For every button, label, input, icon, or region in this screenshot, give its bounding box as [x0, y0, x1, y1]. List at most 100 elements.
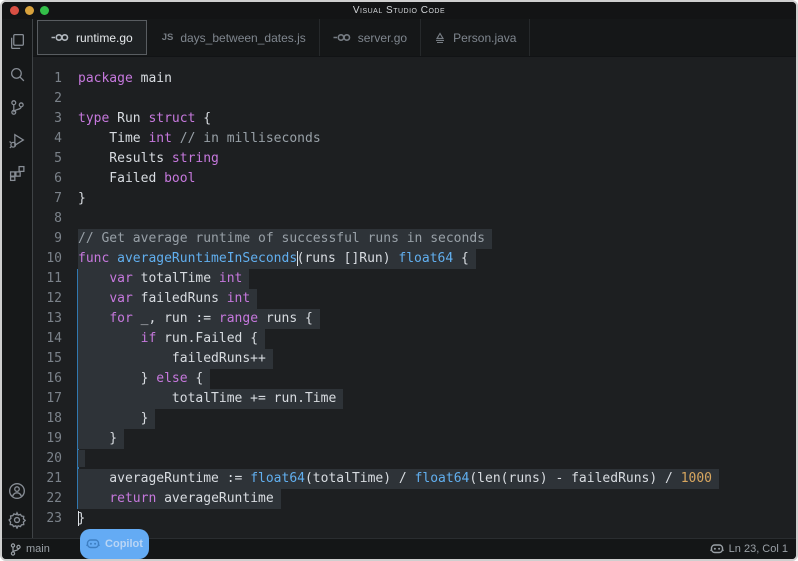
- line-number: 10: [33, 249, 78, 269]
- line-number: 4: [33, 129, 78, 149]
- line-number: 2: [33, 89, 78, 109]
- line-number: 11: [33, 269, 78, 289]
- run-debug-icon[interactable]: [6, 129, 28, 151]
- cursor-position-indicator[interactable]: Ln 23, Col 1: [710, 543, 788, 555]
- line-number: 23: [33, 509, 78, 529]
- extensions-icon[interactable]: [6, 162, 28, 184]
- code-text: func averageRuntimeInSeconds(runs []Run)…: [78, 249, 476, 269]
- code-text: var failedRuns int: [78, 289, 257, 309]
- code-text: } else {: [78, 369, 210, 389]
- cursor-position-label: Ln 23, Col 1: [729, 543, 788, 555]
- code-line[interactable]: 13 for _, run := range runs {: [33, 309, 796, 329]
- tab-days_between_dates-js[interactable]: JS days_between_dates.js: [149, 19, 320, 56]
- close-window-button[interactable]: [10, 6, 19, 15]
- copilot-button-label: Copilot: [105, 538, 143, 550]
- code-line[interactable]: 14 if run.Failed {: [33, 329, 796, 349]
- code-text: }: [78, 409, 155, 429]
- line-number: 17: [33, 389, 78, 409]
- code-line[interactable]: 18 }: [33, 409, 796, 429]
- code-line[interactable]: 2: [33, 89, 796, 109]
- code-text: var totalTime int: [78, 269, 249, 289]
- line-number: 6: [33, 169, 78, 189]
- minimize-window-button[interactable]: [25, 6, 34, 15]
- code-text: }: [78, 429, 124, 449]
- code-text: return averageRuntime: [78, 489, 281, 509]
- window-title: Visual Studio Code: [353, 5, 445, 16]
- code-line[interactable]: 17 totalTime += run.Time: [33, 389, 796, 409]
- traffic-lights: [10, 6, 49, 15]
- code-line[interactable]: 22 return averageRuntime: [33, 489, 796, 509]
- line-number: 15: [33, 349, 78, 369]
- code-line[interactable]: 7}: [33, 189, 796, 209]
- zoom-window-button[interactable]: [40, 6, 49, 15]
- line-number: 1: [33, 69, 78, 89]
- code-text: }: [78, 189, 86, 209]
- title-bar[interactable]: Visual Studio Code: [2, 2, 796, 19]
- line-number: 8: [33, 209, 78, 229]
- code-line[interactable]: 19 }: [33, 429, 796, 449]
- go-icon: [51, 33, 69, 42]
- line-number: 19: [33, 429, 78, 449]
- line-number: 5: [33, 149, 78, 169]
- code-line[interactable]: 5 Results string: [33, 149, 796, 169]
- tab-Person-java[interactable]: Person.java: [421, 19, 530, 56]
- code-text: package main: [78, 69, 172, 89]
- java-icon: [434, 32, 446, 44]
- line-number: 12: [33, 289, 78, 309]
- tab-label: Person.java: [453, 31, 516, 45]
- tab-label: days_between_dates.js: [180, 31, 305, 45]
- code-line[interactable]: 16 } else {: [33, 369, 796, 389]
- code-line[interactable]: 10func averageRuntimeInSeconds(runs []Ru…: [33, 249, 796, 269]
- code-lines: 1package main23type Run struct {4 Time i…: [33, 69, 796, 529]
- code-text: // Get average runtime of successful run…: [78, 229, 492, 249]
- code-text: failedRuns++: [78, 349, 273, 369]
- vscode-window: Visual Studio Code runtime.go JS days_betw…: [0, 0, 798, 561]
- branch-label: main: [26, 543, 50, 555]
- code-text: Time int // in milliseconds: [78, 129, 321, 149]
- code-editor[interactable]: 1package main23type Run struct {4 Time i…: [33, 57, 796, 538]
- tab-label: server.go: [358, 31, 407, 45]
- account-icon[interactable]: [6, 480, 28, 502]
- code-line[interactable]: 6 Failed bool: [33, 169, 796, 189]
- code-line[interactable]: 9// Get average runtime of successful ru…: [33, 229, 796, 249]
- explorer-icon[interactable]: [6, 30, 28, 52]
- code-line[interactable]: 4 Time int // in milliseconds: [33, 129, 796, 149]
- tab-server-go[interactable]: server.go: [320, 19, 421, 56]
- code-text: totalTime += run.Time: [78, 389, 343, 409]
- code-text: Results string: [78, 149, 219, 169]
- code-text: [78, 449, 85, 469]
- code-line[interactable]: 8: [33, 209, 796, 229]
- code-text: for _, run := range runs {: [78, 309, 320, 329]
- source-control-icon[interactable]: [6, 96, 28, 118]
- activity-bar: [2, 19, 33, 538]
- search-icon[interactable]: [6, 63, 28, 85]
- tab-bar: runtime.go JS days_between_dates.js server.…: [33, 19, 796, 57]
- code-line[interactable]: 20: [33, 449, 796, 469]
- code-line[interactable]: 3type Run struct {: [33, 109, 796, 129]
- tab-label: runtime.go: [76, 31, 133, 45]
- code-text: Failed bool: [78, 169, 195, 189]
- branch-indicator[interactable]: main: [10, 543, 50, 556]
- line-number: 14: [33, 329, 78, 349]
- copilot-status-icon: [710, 544, 724, 555]
- tab-runtime-go[interactable]: runtime.go: [37, 20, 147, 55]
- code-line[interactable]: 11 var totalTime int: [33, 269, 796, 289]
- line-number: 7: [33, 189, 78, 209]
- line-number: 3: [33, 109, 78, 129]
- go-icon: [333, 33, 351, 42]
- code-text: averageRuntime := float64(totalTime) / f…: [78, 469, 719, 489]
- code-line[interactable]: 21 averageRuntime := float64(totalTime) …: [33, 469, 796, 489]
- js-icon: JS: [162, 32, 174, 43]
- settings-icon[interactable]: [6, 509, 28, 531]
- code-line[interactable]: 1package main: [33, 69, 796, 89]
- line-number: 13: [33, 309, 78, 329]
- copilot-button[interactable]: Copilot: [80, 529, 149, 559]
- line-number: 22: [33, 489, 78, 509]
- code-line[interactable]: 12 var failedRuns int: [33, 289, 796, 309]
- line-number: 18: [33, 409, 78, 429]
- code-text: type Run struct {: [78, 109, 211, 129]
- code-line[interactable]: 15 failedRuns++: [33, 349, 796, 369]
- line-number: 9: [33, 229, 78, 249]
- code-line[interactable]: 23}: [33, 509, 796, 529]
- code-text: }: [78, 509, 85, 529]
